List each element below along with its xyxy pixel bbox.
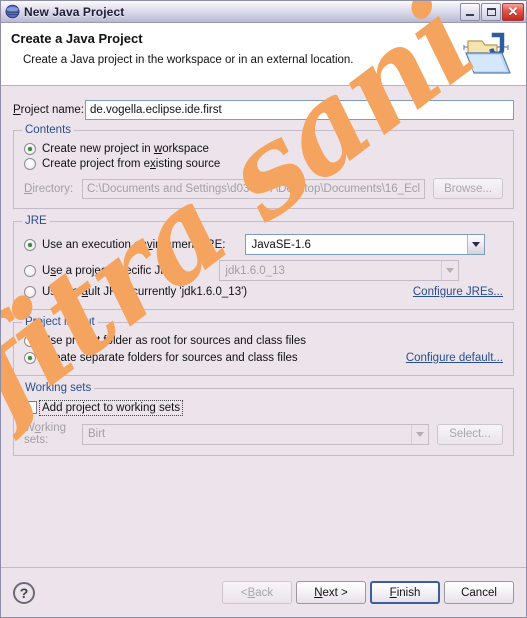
working-sets-legend: Working sets: [22, 382, 95, 394]
configure-default-link[interactable]: Configure default...: [406, 352, 503, 364]
project-layout-legend: Project layout: [22, 316, 98, 328]
title-bar: New Java Project ✕: [1, 1, 526, 23]
maximize-icon: [486, 7, 496, 16]
minimize-button[interactable]: [460, 2, 480, 21]
jre-project-specific-row: Use a project specific JRE: jdk1.6.0_13: [24, 260, 503, 281]
close-icon: ✕: [507, 4, 519, 19]
radio-label-use-project-folder: Use project folder as root for sources a…: [42, 335, 306, 347]
project-specific-jre-combo[interactable]: jdk1.6.0_13: [219, 260, 460, 281]
execution-environment-combo[interactable]: JavaSE-1.6: [245, 234, 486, 255]
jre-default-row: Use default JRE (currently 'jdk1.6.0_13'…: [24, 286, 503, 298]
radio-indicator-off: [24, 158, 36, 170]
radio-indicator-off[interactable]: [24, 286, 36, 298]
working-sets-group: Working sets Add project to working sets…: [13, 382, 514, 456]
chevron-down-icon[interactable]: [441, 261, 459, 280]
contents-group: Contents Create new project in workspace…: [13, 124, 514, 209]
footer-button-group: < Back Next > Finish Cancel: [222, 581, 514, 604]
java-folder-wizard-icon: [458, 29, 514, 81]
radio-label-default-jre: Use default JRE (currently 'jdk1.6.0_13'…: [42, 286, 248, 298]
radio-label-project-specific: Use a project specific JRE:: [42, 264, 180, 277]
configure-jres-link[interactable]: Configure JREs...: [413, 286, 503, 298]
finish-button[interactable]: Finish: [370, 581, 440, 604]
radio-create-from-existing[interactable]: Create project from existing source: [24, 158, 503, 170]
directory-label: Directory:: [24, 182, 74, 195]
back-button[interactable]: < Back: [222, 581, 292, 604]
layout-create-separate-row: Create separate folders for sources and …: [24, 352, 503, 364]
radio-label-create-separate-folders: Create separate folders for sources and …: [42, 352, 298, 364]
working-sets-label: Working sets:: [24, 422, 66, 446]
radio-indicator-off[interactable]: [24, 264, 36, 277]
project-layout-group: Project layout Use project folder as roo…: [13, 316, 514, 376]
jre-legend: JRE: [22, 215, 50, 227]
select-working-sets-button[interactable]: Select...: [437, 423, 503, 445]
page-title: Create a Java Project: [11, 31, 143, 46]
execution-environment-value: JavaSE-1.6: [251, 238, 311, 251]
new-java-project-dialog: New Java Project ✕ Create a Java Project…: [0, 0, 527, 618]
wizard-header: Create a Java Project Create a Java proj…: [1, 23, 526, 86]
jre-group: JRE Use an execution environment JRE: Ja…: [13, 215, 514, 310]
java-project-icon: [5, 4, 20, 19]
window-title: New Java Project: [24, 4, 125, 19]
cancel-button[interactable]: Cancel: [444, 581, 514, 604]
working-sets-value: Birt: [88, 428, 106, 440]
project-name-label: Project name:: [13, 104, 84, 116]
minimize-icon: [466, 13, 474, 16]
maximize-button[interactable]: [481, 2, 501, 21]
chevron-down-icon[interactable]: [467, 235, 485, 254]
help-icon[interactable]: ?: [13, 581, 35, 604]
working-sets-row: Working sets: Birt Select...: [24, 422, 503, 446]
dialog-footer: ? < Back Next > Finish Cancel: [1, 567, 526, 617]
next-button[interactable]: Next >: [296, 581, 366, 604]
directory-input[interactable]: [82, 178, 426, 199]
radio-label-execution-environment: Use an execution environment JRE:: [42, 238, 226, 251]
chevron-down-icon[interactable]: [411, 424, 428, 444]
add-to-working-sets-row[interactable]: Add project to working sets: [24, 399, 503, 416]
wizard-body: Project name: Contents Create new projec…: [1, 86, 526, 568]
browse-button[interactable]: Browse...: [433, 178, 503, 199]
page-description: Create a Java project in the workspace o…: [23, 54, 354, 66]
radio-indicator-on: [24, 143, 36, 155]
add-to-working-sets-label: Add project to working sets: [38, 399, 184, 416]
jre-execution-env-row: Use an execution environment JRE: JavaSE…: [24, 234, 503, 255]
directory-row: Directory: Browse...: [24, 178, 503, 199]
layout-use-project-folder-row: Use project folder as root for sources a…: [24, 335, 503, 347]
project-name-input[interactable]: [85, 100, 514, 120]
radio-indicator-on[interactable]: [24, 238, 36, 251]
project-name-row: Project name:: [13, 100, 514, 120]
add-to-working-sets-checkbox[interactable]: [24, 401, 37, 414]
project-specific-jre-value: jdk1.6.0_13: [225, 264, 285, 277]
radio-create-new-project[interactable]: Create new project in workspace: [24, 143, 503, 155]
radio-indicator-on[interactable]: [24, 352, 36, 364]
contents-legend: Contents: [22, 124, 75, 136]
radio-label-create-from-existing: Create project from existing source: [42, 158, 221, 170]
close-button[interactable]: ✕: [502, 2, 524, 21]
radio-label-create-new-project: Create new project in workspace: [42, 143, 209, 155]
working-sets-combo[interactable]: Birt: [82, 423, 429, 445]
radio-indicator-off[interactable]: [24, 335, 36, 347]
